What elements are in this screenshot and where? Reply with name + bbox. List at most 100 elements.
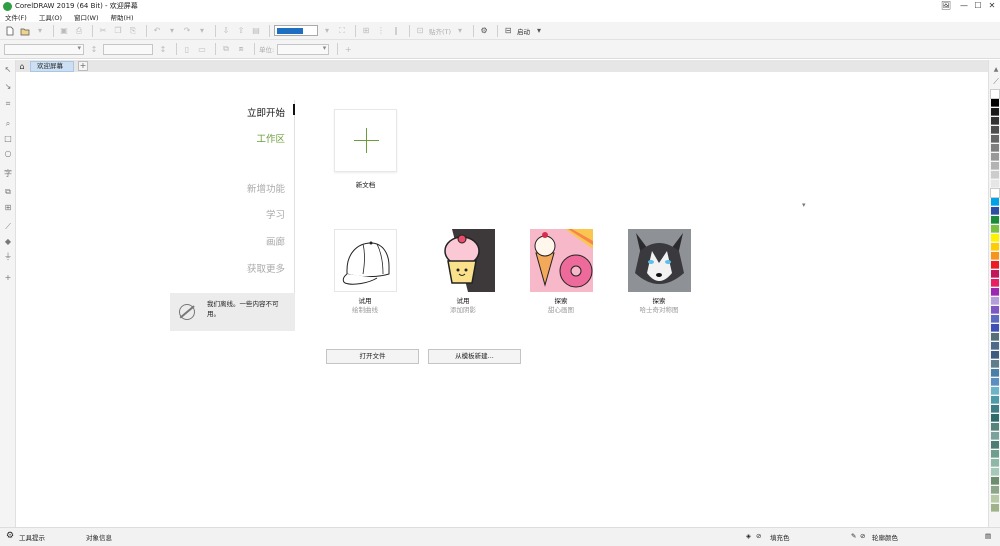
palette-swatch[interactable] (991, 306, 999, 314)
options-gear-icon[interactable]: ⚙ (478, 25, 490, 37)
dropdown-arrow-icon[interactable]: ▾ (34, 25, 46, 37)
palette-swatch[interactable] (991, 243, 999, 251)
pick-tool-icon[interactable]: ↖ (2, 64, 14, 76)
menu-file[interactable]: 文件(F) (5, 12, 27, 22)
palette-swatch[interactable] (991, 207, 999, 215)
palette-swatch[interactable] (991, 225, 999, 233)
show-grid-icon[interactable]: ⋮ (375, 25, 387, 37)
palette-swatch[interactable] (991, 504, 999, 512)
palette-swatch[interactable] (991, 495, 999, 503)
show-rulers-icon[interactable]: ⊞ (360, 25, 372, 37)
redo-icon[interactable]: ↷ (181, 25, 193, 37)
palette-swatch[interactable] (991, 378, 999, 386)
palette-swatch[interactable] (991, 423, 999, 431)
snap-to-icon[interactable]: ⊡ (414, 25, 426, 37)
zoom-tool-icon[interactable]: ⌕ (2, 118, 14, 130)
zoom-level-combo[interactable] (274, 25, 318, 36)
copy-icon[interactable]: ❐ (112, 25, 124, 37)
fill-tool-icon[interactable]: ◆ (2, 236, 14, 248)
print-icon[interactable]: ⎙ (73, 25, 85, 37)
nav-whats-new[interactable]: 新增功能 (247, 181, 285, 195)
paste-icon[interactable]: ⎘ (127, 25, 139, 37)
menu-help[interactable]: 帮助(H) (111, 12, 134, 22)
new-document-icon[interactable] (4, 25, 16, 37)
template-card-icecream[interactable] (530, 229, 593, 292)
palette-swatch[interactable] (991, 360, 999, 368)
application-launcher-icon[interactable]: ⊟ (502, 25, 514, 37)
open-file-button[interactable]: 打开文件 (326, 349, 419, 364)
palette-swatch[interactable] (991, 117, 999, 125)
template-card-cupcake[interactable] (432, 229, 495, 292)
landscape-icon[interactable]: ▭ (196, 43, 208, 55)
palette-swatch[interactable] (991, 162, 999, 170)
palette-swatch[interactable] (991, 288, 999, 296)
show-guidelines-icon[interactable]: ∥ (390, 25, 402, 37)
palette-swatch[interactable] (991, 459, 999, 467)
export-icon[interactable]: ⇧ (235, 25, 247, 37)
nav-get-started[interactable]: 立即开始 (247, 105, 285, 119)
home-icon[interactable]: ⌂ (16, 60, 28, 72)
view-icon[interactable]: 🖼 (937, 0, 955, 12)
parallel-dimension-icon[interactable]: ⧉ (2, 186, 14, 198)
palette-swatch[interactable] (991, 297, 999, 305)
palette-swatch[interactable] (991, 261, 999, 269)
palette-swatch[interactable] (991, 315, 999, 323)
palette-swatch[interactable] (991, 432, 999, 440)
palette-swatch[interactable] (991, 342, 999, 350)
nav-get-more[interactable]: 获取更多 (247, 261, 285, 275)
palette-swatch[interactable] (991, 180, 999, 188)
palette-swatch[interactable] (991, 216, 999, 224)
launch-label[interactable]: 启动 (517, 26, 530, 36)
menu-tools[interactable]: 工具(O) (39, 12, 62, 22)
paper-size-combo[interactable] (4, 43, 84, 55)
snap-dropdown-icon[interactable]: ▾ (454, 25, 466, 37)
page-width-field[interactable] (103, 43, 153, 55)
palette-swatch[interactable] (991, 135, 999, 143)
units-combo[interactable] (277, 43, 330, 55)
pen-tool-icon[interactable]: ⟋ (2, 221, 14, 233)
launch-dropdown-icon[interactable]: ▾ (533, 25, 545, 37)
rectangle-tool-icon[interactable]: □ (2, 133, 14, 145)
new-from-template-button[interactable]: 从模板新建... (428, 349, 521, 364)
palette-swatch[interactable] (991, 468, 999, 476)
import-icon[interactable]: ⇩ (220, 25, 232, 37)
palette-swatch[interactable] (991, 477, 999, 485)
palette-swatch[interactable] (991, 441, 999, 449)
fill-indicator-icon[interactable]: ◈ (746, 532, 751, 540)
palette-swatch[interactable] (991, 234, 999, 242)
snap-to-label[interactable]: 贴齐(T) (429, 26, 451, 36)
palette-swatch[interactable] (991, 144, 999, 152)
palette-swatch[interactable] (991, 405, 999, 413)
palette-swatch[interactable] (991, 153, 999, 161)
palette-swatch[interactable] (991, 171, 999, 179)
connector-tool-icon[interactable]: ⊞ (2, 202, 14, 214)
add-page-icon[interactable]: + (342, 43, 354, 55)
palette-swatch[interactable] (991, 324, 999, 332)
template-card-cap[interactable] (334, 229, 397, 292)
cut-icon[interactable]: ✂ (97, 25, 109, 37)
height-spin-icon[interactable]: ↕ (157, 43, 169, 55)
palette-swatch[interactable] (991, 396, 999, 404)
crop-tool-icon[interactable]: ⌗ (2, 98, 14, 110)
palette-scroll-up-icon[interactable]: ▲ (990, 64, 1000, 76)
full-screen-icon[interactable]: ⛶ (336, 25, 348, 37)
palette-eyedropper-icon[interactable]: ⟋ (990, 76, 1000, 88)
open-folder-icon[interactable] (19, 25, 31, 37)
shape-tool-icon[interactable]: ↘ (2, 81, 14, 93)
publish-pdf-icon[interactable]: ▤ (250, 25, 262, 37)
nav-gallery[interactable]: 画廊 (266, 234, 285, 248)
zoom-dropdown-icon[interactable]: ▾ (321, 25, 333, 37)
portrait-icon[interactable]: ▯ (181, 43, 193, 55)
save-icon[interactable]: ▣ (58, 25, 70, 37)
palette-swatch[interactable] (991, 108, 999, 116)
palette-swatch[interactable] (991, 387, 999, 395)
palette-swatch[interactable] (991, 99, 999, 107)
add-tab-button[interactable]: + (78, 61, 88, 71)
outline-pen-icon[interactable]: ✎ (851, 532, 856, 540)
palette-swatch[interactable] (990, 89, 1000, 99)
nav-learn[interactable]: 学习 (266, 207, 285, 221)
palette-swatch[interactable] (991, 351, 999, 359)
palette-swatch[interactable] (991, 414, 999, 422)
status-options-icon[interactable]: ▤ (985, 532, 991, 540)
width-spin-icon[interactable]: ↕ (88, 43, 100, 55)
